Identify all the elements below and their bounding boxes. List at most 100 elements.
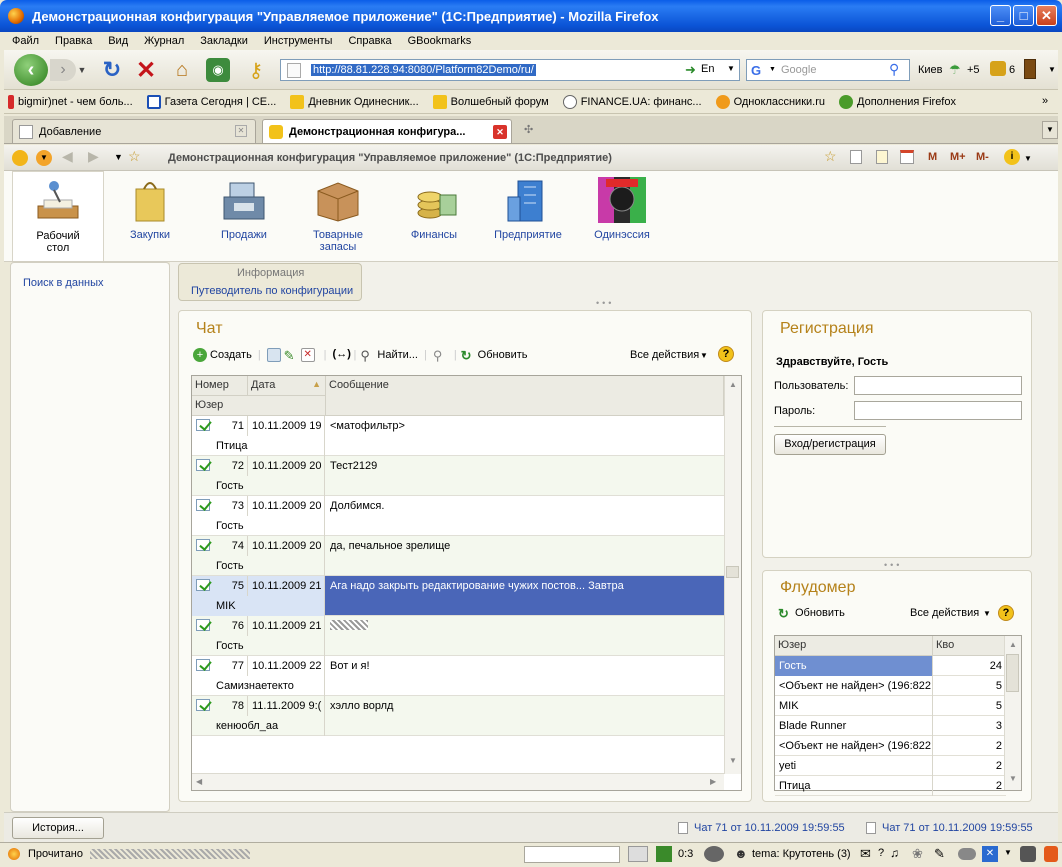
close-button[interactable]: ✕: [1036, 5, 1057, 26]
bookmark-bigmir[interactable]: bigmir)net - чем боль...: [8, 94, 133, 109]
status-icon-2[interactable]: [656, 846, 672, 862]
url-text[interactable]: http://88.81.228.94:8080/Platform82Demo/…: [311, 64, 536, 76]
col-header-date[interactable]: Дата ▲: [248, 376, 326, 396]
flood-help-icon[interactable]: ?: [998, 605, 1014, 621]
reload-icon[interactable]: ↻: [100, 57, 124, 82]
table-row[interactable]: 77 10.11.2009 22 Вот и я! Самизнаетекто: [192, 656, 724, 696]
bookmark-page-icon[interactable]: [850, 150, 862, 164]
menu-edit[interactable]: Правка: [47, 35, 100, 47]
scroll-thumb[interactable]: [1006, 654, 1019, 692]
google-icon[interactable]: G: [751, 63, 767, 78]
find-button[interactable]: ⚲ Найти...: [360, 348, 418, 363]
delete-icon[interactable]: ✕: [300, 348, 315, 362]
forward-nav-icon[interactable]: ▶: [88, 148, 99, 165]
table-row[interactable]: <Объект не найден> (196:822 2: [775, 736, 1006, 756]
table-row[interactable]: 71 10.11.2009 19 <матофильтр> Птица: [192, 416, 724, 456]
cancel-search-icon[interactable]: ⚲: [433, 348, 447, 363]
home-icon[interactable]: ⌂: [170, 58, 194, 82]
menu-gbookmarks[interactable]: GBookmarks: [400, 35, 480, 47]
tab-list-icon[interactable]: ▼: [1042, 121, 1058, 139]
bookmark-segodnya[interactable]: Газета Сегодня | СЕ...: [146, 94, 276, 109]
new-tab-icon[interactable]: ✣: [524, 123, 533, 136]
minimize-button[interactable]: _: [990, 5, 1011, 26]
flood-all-actions[interactable]: Все действия: [910, 607, 979, 619]
back-button[interactable]: ‹: [14, 54, 48, 86]
section-enterprise[interactable]: Предприятие: [482, 171, 574, 261]
notification-link-1[interactable]: Чат 71 от 10.11.2009 19:59:55: [694, 822, 845, 834]
chat-all-actions-arrow-icon[interactable]: ▼: [700, 351, 708, 360]
url-bar[interactable]: http://88.81.228.94:8080/Platform82Demo/…: [280, 59, 740, 81]
bell-icon[interactable]: ♫: [890, 846, 899, 860]
bookmark-odnoklassniki[interactable]: Одноклассники.ru: [715, 94, 825, 109]
menu-help[interactable]: Справка: [340, 35, 399, 47]
col-header-count[interactable]: Кво: [933, 636, 1006, 656]
table-row[interactable]: MIK 5: [775, 696, 1006, 716]
copy-icon[interactable]: [266, 348, 281, 362]
memory-m-button[interactable]: M: [928, 151, 937, 163]
edit-icon[interactable]: ✎: [284, 348, 298, 363]
table-row-selected[interactable]: Гость 24: [775, 656, 1006, 676]
info-dropdown-icon[interactable]: ▼: [1024, 154, 1032, 163]
tab-close-icon[interactable]: ✕: [493, 125, 507, 139]
refresh-button[interactable]: ↻ Обновить: [461, 348, 528, 363]
status-tema[interactable]: tema: Крутотень (3): [752, 848, 851, 860]
maximize-button[interactable]: □: [1013, 5, 1034, 26]
link-icon[interactable]: (↔): [333, 348, 351, 362]
bookmark-finance[interactable]: FINANCE.UA: финанс...: [562, 94, 702, 109]
go-arrow-icon[interactable]: ➜: [685, 62, 696, 78]
menu-history[interactable]: Журнал: [136, 35, 192, 47]
scroll-down-icon[interactable]: ▼: [729, 756, 737, 765]
status-icon-5[interactable]: ✕: [982, 846, 998, 862]
1c-menu-icon[interactable]: [12, 150, 28, 166]
table-row[interactable]: 72 10.11.2009 20 Тест2129 Гость: [192, 456, 724, 496]
history-dropdown-icon[interactable]: ▼: [76, 62, 88, 78]
table-row-selected[interactable]: 75 10.11.2009 21 Ага надо закрыть редактир…: [192, 576, 724, 616]
table-row[interactable]: <Объект не найден> (196:822 5: [775, 676, 1006, 696]
col-header-number[interactable]: Номер: [192, 376, 248, 396]
status-icon-3[interactable]: [704, 846, 724, 862]
tab-add-close-icon[interactable]: ✕: [235, 125, 247, 137]
tab-demo-config[interactable]: Демонстрационная конфигура... ✕: [262, 119, 512, 143]
tab-add[interactable]: Добавление ✕: [12, 119, 256, 143]
favorite-star-icon[interactable]: ☆: [128, 148, 141, 165]
favorites-icon[interactable]: ☆: [824, 148, 837, 165]
chat-horizontal-scrollbar[interactable]: ◀ ▶: [192, 773, 724, 790]
table-row[interactable]: 74 10.11.2009 20 да, печальное зрелище Гост…: [192, 536, 724, 576]
history-button[interactable]: История...: [12, 817, 104, 839]
flood-refresh-button[interactable]: ↻ Обновить: [778, 606, 845, 621]
memory-minus-button[interactable]: M-: [976, 151, 989, 163]
back-nav-icon[interactable]: ◀: [62, 148, 73, 165]
splitter-grip-icon[interactable]: •••: [884, 560, 902, 570]
paperclip-icon[interactable]: ✎: [934, 846, 945, 862]
question-icon[interactable]: ?: [878, 847, 884, 859]
search-in-data-link[interactable]: Поиск в данных: [23, 277, 104, 289]
flood-vertical-scrollbar[interactable]: ▲ ▼: [1004, 636, 1021, 790]
config-guide-link[interactable]: Путеводитель по конфигурации: [191, 285, 353, 297]
search-icon[interactable]: ⚲: [889, 61, 899, 78]
menu-view[interactable]: Вид: [100, 35, 136, 47]
status-icon-4[interactable]: [958, 848, 976, 860]
menu-file[interactable]: Файл: [4, 35, 47, 47]
chat-all-actions[interactable]: Все действия: [630, 349, 699, 361]
create-button[interactable]: + Создать: [193, 348, 252, 362]
status-dropdown-icon[interactable]: ▼: [1004, 848, 1012, 857]
flood-all-actions-arrow-icon[interactable]: ▼: [983, 609, 991, 618]
section-odinessia[interactable]: Одинэссия: [576, 171, 668, 261]
evernote-icon[interactable]: ◉: [206, 58, 230, 82]
memory-plus-button[interactable]: M+: [950, 151, 966, 163]
bookmark-dnevnik[interactable]: Дневник Одинесник...: [290, 94, 419, 109]
table-row[interactable]: 73 10.11.2009 20 Долбимся. Гость: [192, 496, 724, 536]
username-input[interactable]: [854, 376, 1022, 395]
history-nav-icon[interactable]: ▼: [114, 152, 123, 162]
calendar-icon[interactable]: [900, 150, 914, 164]
main-menu-dropdown-icon[interactable]: ▼: [36, 150, 52, 166]
table-row[interactable]: 78 11.11.2009 9:(хэлло ворлд кенюобл_аа: [192, 696, 724, 736]
stop-icon[interactable]: ✕: [134, 57, 158, 84]
notification-link-2[interactable]: Чат 71 от 10.11.2009 19:59:55: [882, 822, 1033, 834]
status-find-input[interactable]: [524, 846, 620, 863]
scroll-down-icon[interactable]: ▼: [1009, 774, 1017, 783]
col-header-user[interactable]: Юзер: [775, 636, 933, 656]
section-desktop[interactable]: Рабочий стол: [12, 171, 104, 261]
splitter-grip-icon[interactable]: •••: [596, 298, 614, 308]
bookmark-forum[interactable]: Волшебный форум: [432, 94, 549, 109]
